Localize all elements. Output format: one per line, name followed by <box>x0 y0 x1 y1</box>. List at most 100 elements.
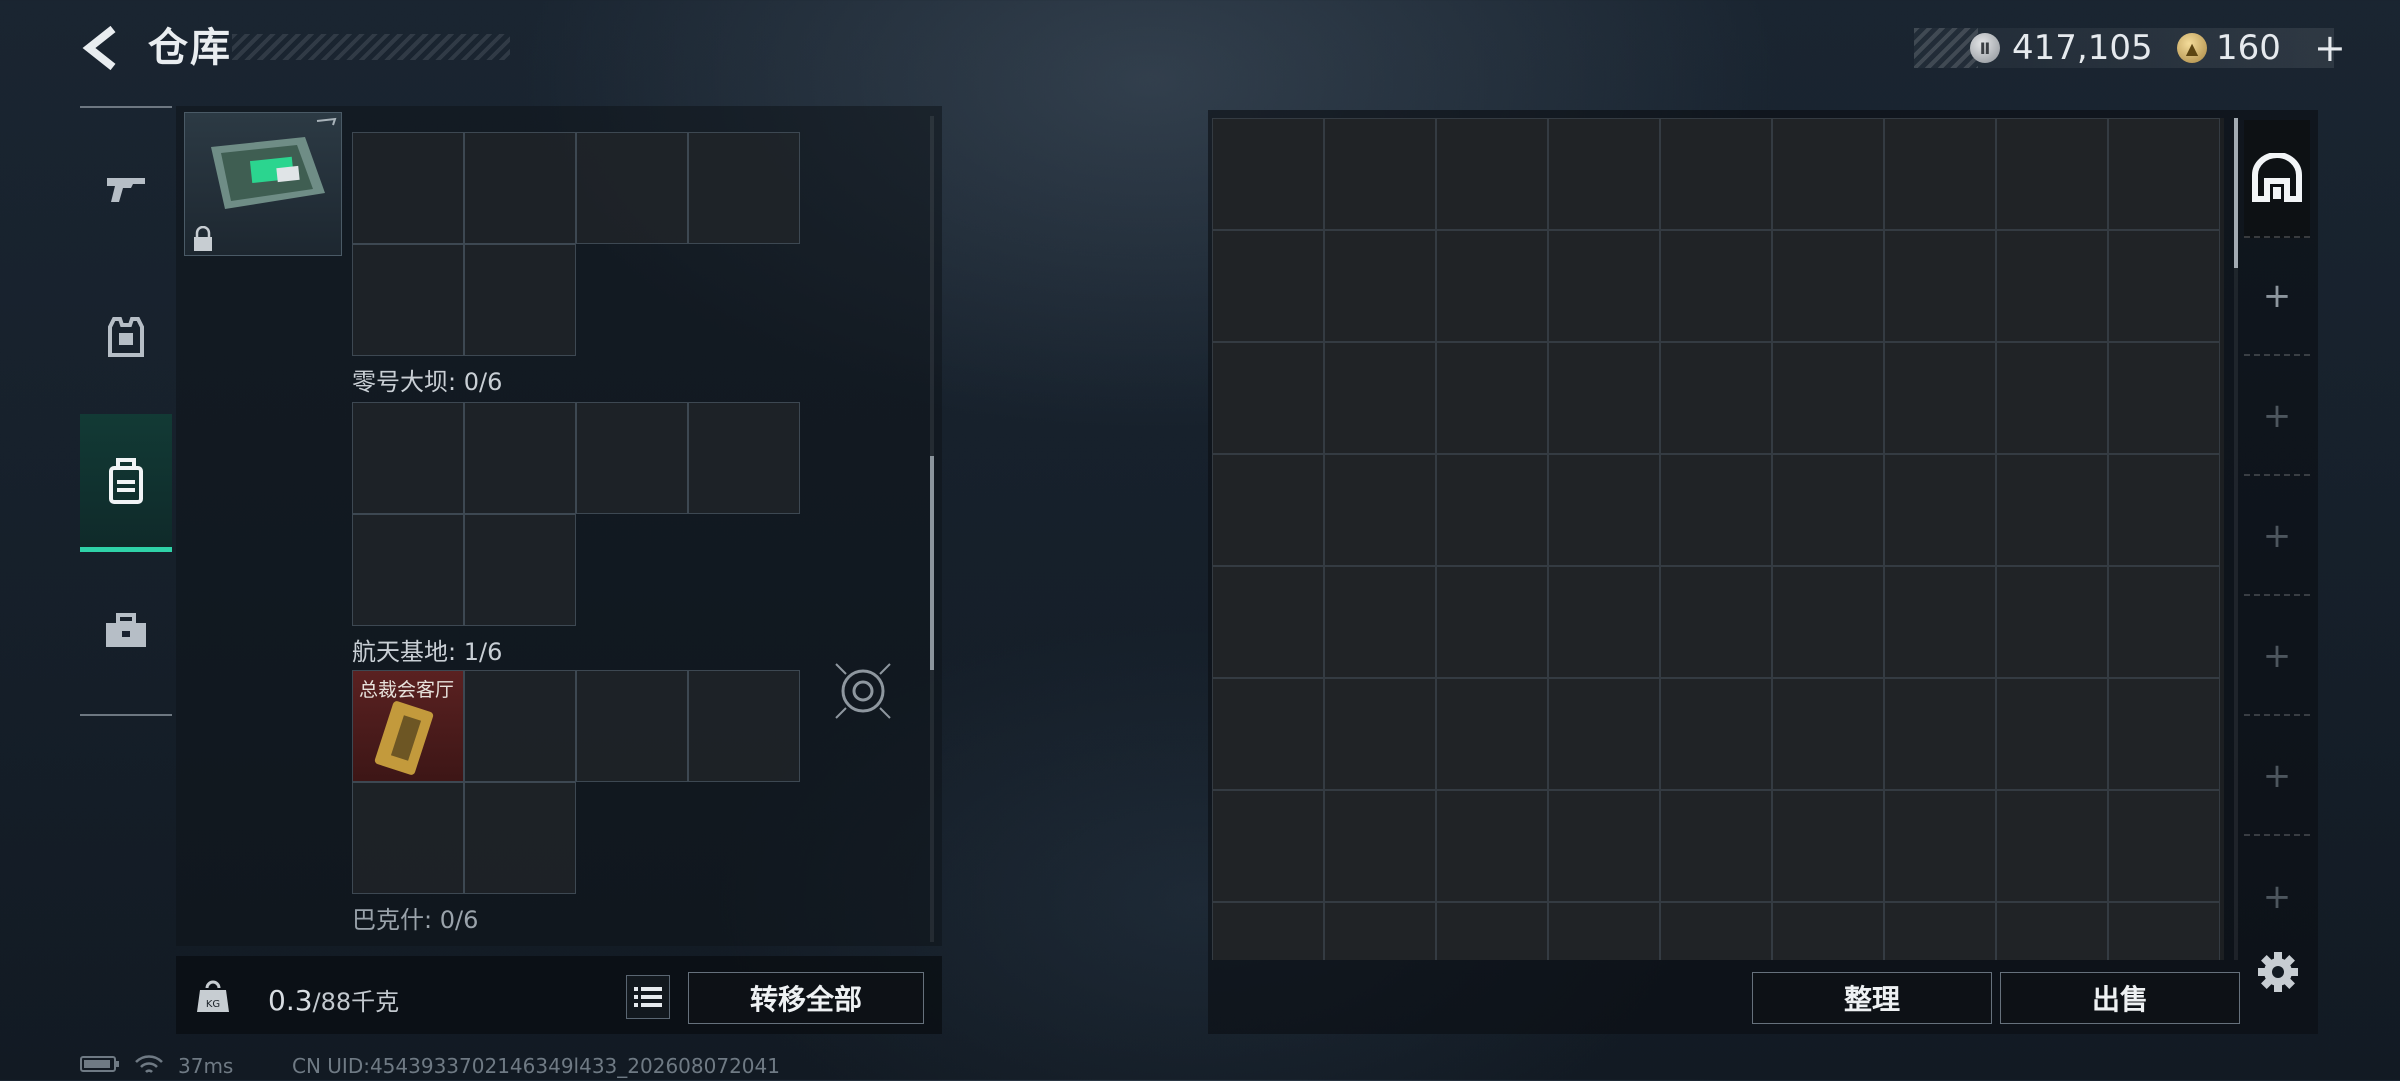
container-cell[interactable] <box>2108 230 2220 342</box>
container-cell[interactable] <box>1324 454 1436 566</box>
container-cell[interactable] <box>1548 902 1660 960</box>
container-cell[interactable] <box>1660 342 1772 454</box>
container-cell[interactable] <box>2108 902 2220 960</box>
container-cell[interactable] <box>1212 454 1324 566</box>
back-button[interactable] <box>74 22 126 74</box>
container-cell[interactable] <box>1772 566 1884 678</box>
container-cell[interactable] <box>1996 790 2108 902</box>
container-cell[interactable] <box>1660 566 1772 678</box>
container-cell[interactable] <box>1660 118 1772 230</box>
container-cell[interactable] <box>1324 790 1436 902</box>
container-cell[interactable] <box>1324 902 1436 960</box>
add-container-slot[interactable]: + <box>2244 718 2310 836</box>
container-cell[interactable] <box>1772 678 1884 790</box>
container-cell[interactable] <box>1324 678 1436 790</box>
container-cell[interactable] <box>1212 342 1324 454</box>
container-cell[interactable] <box>1548 566 1660 678</box>
container-cell[interactable] <box>1548 230 1660 342</box>
container-tab-main[interactable] <box>2244 120 2310 238</box>
container-cell[interactable] <box>1996 454 2108 566</box>
container-cell[interactable] <box>1996 678 2108 790</box>
list-view-button[interactable] <box>626 975 670 1019</box>
container-cell[interactable] <box>1996 566 2108 678</box>
container-cell[interactable] <box>1660 902 1772 960</box>
container-cell[interactable] <box>1772 454 1884 566</box>
grid-cell[interactable] <box>464 514 576 626</box>
container-cell[interactable] <box>1884 678 1996 790</box>
container-cell[interactable] <box>1660 790 1772 902</box>
container-scrollbar-thumb[interactable] <box>2234 118 2238 268</box>
settings-gear-icon[interactable] <box>2256 950 2300 998</box>
container-cell[interactable] <box>1884 230 1996 342</box>
grid-cell[interactable] <box>352 514 464 626</box>
grid-cell[interactable] <box>352 402 464 514</box>
add-container-slot[interactable]: + <box>2244 838 2310 956</box>
container-cell[interactable] <box>1884 454 1996 566</box>
container-cell[interactable] <box>1436 566 1548 678</box>
container-cell[interactable] <box>1212 118 1324 230</box>
grid-cell[interactable] <box>352 132 464 244</box>
container-cell[interactable] <box>1212 566 1324 678</box>
nav-toolbox[interactable] <box>80 566 172 696</box>
container-cell[interactable] <box>1884 790 1996 902</box>
add-currency-button[interactable]: + <box>2314 28 2346 68</box>
grid-cell[interactable] <box>576 132 688 244</box>
container-cell[interactable] <box>2108 790 2220 902</box>
sell-button[interactable]: 出售 <box>2000 972 2240 1024</box>
container-cell[interactable] <box>1772 902 1884 960</box>
grid-cell[interactable] <box>464 782 576 894</box>
storage-scrollbar-thumb[interactable] <box>930 456 934 670</box>
grid-cell[interactable] <box>688 670 800 782</box>
container-cell[interactable] <box>1324 566 1436 678</box>
grid-cell[interactable] <box>352 244 464 356</box>
container-cell[interactable] <box>1884 566 1996 678</box>
sort-button[interactable]: 整理 <box>1752 972 1992 1024</box>
container-cell[interactable] <box>1772 118 1884 230</box>
container-cell[interactable] <box>1884 118 1996 230</box>
grid-cell[interactable] <box>576 402 688 514</box>
add-container-slot[interactable]: + <box>2244 358 2310 476</box>
nav-armor[interactable] <box>80 272 172 402</box>
container-cell[interactable] <box>1548 678 1660 790</box>
container-cell[interactable] <box>2108 342 2220 454</box>
container-cell[interactable] <box>1548 342 1660 454</box>
grid-cell[interactable] <box>688 402 800 514</box>
container-cell[interactable] <box>1548 118 1660 230</box>
container-cell[interactable] <box>1436 790 1548 902</box>
container-cell[interactable] <box>2108 566 2220 678</box>
keycard-item[interactable]: 总裁会客厅 <box>352 670 464 782</box>
add-container-slot[interactable]: + <box>2244 478 2310 596</box>
grid-cell[interactable] <box>464 402 576 514</box>
grid-cell[interactable] <box>352 782 464 894</box>
container-cell[interactable] <box>1548 790 1660 902</box>
grid-cell[interactable] <box>576 670 688 782</box>
grid-cell[interactable] <box>464 244 576 356</box>
container-cell[interactable] <box>1324 230 1436 342</box>
transfer-all-button[interactable]: 转移全部 <box>688 972 924 1024</box>
container-cell[interactable] <box>1436 678 1548 790</box>
grid-cell[interactable] <box>688 132 800 244</box>
container-cell[interactable] <box>1436 118 1548 230</box>
container-cell[interactable] <box>1436 342 1548 454</box>
container-cell[interactable] <box>1436 230 1548 342</box>
container-cell[interactable] <box>2108 678 2220 790</box>
container-cell[interactable] <box>1212 790 1324 902</box>
container-cell[interactable] <box>2108 454 2220 566</box>
container-cell[interactable] <box>1884 342 1996 454</box>
container-cell[interactable] <box>1996 118 2108 230</box>
container-cell[interactable] <box>2108 118 2220 230</box>
add-container-slot[interactable]: + <box>2244 598 2310 716</box>
add-container-slot[interactable]: + <box>2244 238 2310 356</box>
container-cell[interactable] <box>1772 230 1884 342</box>
container-cell[interactable] <box>1884 902 1996 960</box>
container-cell[interactable] <box>1996 902 2108 960</box>
container-cell[interactable] <box>1772 790 1884 902</box>
nav-weapons[interactable] <box>80 124 172 254</box>
container-cell[interactable] <box>1996 230 2108 342</box>
nav-backpack[interactable] <box>80 414 172 552</box>
container-cell[interactable] <box>1324 342 1436 454</box>
container-cell[interactable] <box>1212 230 1324 342</box>
grid-cell[interactable] <box>464 132 576 244</box>
locate-target-icon[interactable] <box>832 660 894 722</box>
container-cell[interactable] <box>1436 902 1548 960</box>
